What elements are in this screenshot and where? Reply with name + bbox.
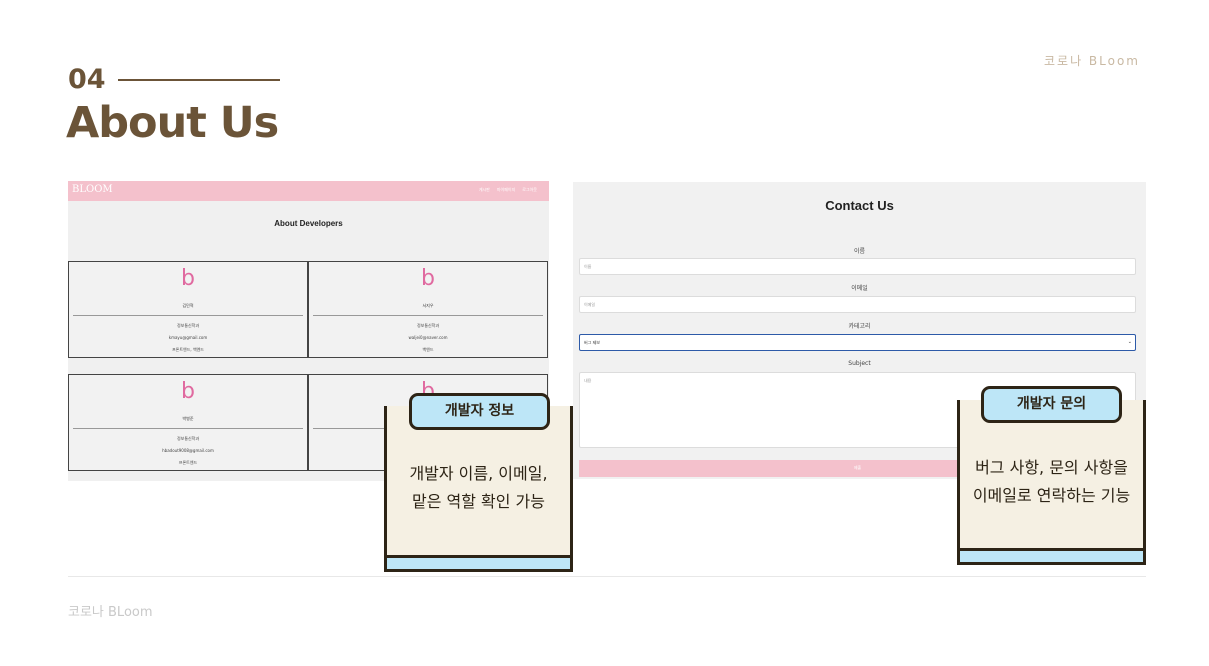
developer-email: hbadout9008@gmail.com: [162, 448, 214, 453]
developer-contact-tab: 개발자 문의: [981, 386, 1122, 423]
callout-line-1: 개발자 이름, 이메일,: [409, 464, 548, 483]
section-divider: [118, 79, 280, 81]
developer-name: 박병준: [182, 416, 194, 421]
section-number: 04: [68, 64, 106, 95]
category-label: 카테고리: [848, 323, 871, 330]
developer-role: 프론트엔드, 백엔드: [172, 347, 204, 352]
email-placeholder: 이메일: [584, 302, 596, 307]
developer-card: b 박병준 정보통신학과 hbadout9008@gmail.com 프론트엔드: [68, 374, 308, 471]
name-label: 이름: [853, 248, 866, 255]
developer-department: 정보통신학과: [176, 436, 200, 441]
email-input[interactable]: 이메일: [579, 296, 1136, 313]
nav-links: 게시판 마이페이지 로그아웃: [479, 187, 537, 193]
card-divider: [73, 428, 303, 429]
card-divider: [313, 315, 543, 316]
nav-link-logout[interactable]: 로그아웃: [522, 187, 537, 193]
nav-link-mypage[interactable]: 마이페이지: [497, 187, 515, 193]
developer-name: 서지우: [422, 303, 434, 308]
category-select[interactable]: 버그 제보 ⌄: [579, 334, 1136, 351]
site-logo[interactable]: BLOOM: [72, 184, 113, 195]
bloom-b-icon: b: [181, 379, 195, 404]
bloom-b-icon: b: [421, 266, 435, 291]
footer-brand: 코로나 BLoom: [68, 605, 153, 620]
footer-divider: [68, 576, 1146, 577]
developer-email: kmayu@gmail.com: [168, 335, 208, 340]
name-placeholder: 이름: [584, 264, 592, 269]
developer-info-callout: 개발자 이름, 이메일, 맡은 역할 확인 가능: [384, 406, 573, 572]
about-developers-heading: About Developers: [274, 219, 343, 228]
chevron-down-icon: ⌄: [1127, 339, 1132, 345]
site-navbar: BLOOM 게시판 마이페이지 로그아웃: [68, 181, 549, 201]
bloom-b-icon: b: [181, 266, 195, 291]
callout-line-1: 버그 사항, 문의 사항을: [975, 458, 1128, 477]
developer-contact-callout: 버그 사항, 문의 사항을 이메일로 연락하는 기능: [957, 400, 1146, 565]
brand-label-top: 코로나 BLoom: [1043, 54, 1140, 68]
email-label: 이메일: [851, 285, 868, 292]
category-value: 버그 제보: [584, 340, 600, 345]
subject-label: Subject: [848, 360, 871, 367]
callout-line-2: 맡은 역할 확인 가능: [411, 492, 546, 511]
callout-footer-strip: [960, 548, 1143, 562]
contact-heading: Contact Us: [825, 198, 894, 213]
developer-card: b 서지우 정보통신학과 waljei0@naver.com 백엔드: [308, 261, 548, 358]
developer-info-tab: 개발자 정보: [409, 393, 550, 430]
developer-email: waljei0@naver.com: [408, 335, 448, 340]
developer-department: 정보통신학과: [416, 323, 440, 328]
nav-link-board[interactable]: 게시판: [479, 187, 490, 193]
subject-placeholder: 내용: [584, 378, 592, 383]
card-divider: [73, 315, 303, 316]
developer-card: b 김민혁 정보통신학과 kmayu@gmail.com 프론트엔드, 백엔드: [68, 261, 308, 358]
page-title: About Us: [66, 98, 279, 148]
developer-department: 정보통신학과: [176, 323, 200, 328]
developer-name: 김민혁: [182, 303, 194, 308]
name-input[interactable]: 이름: [579, 258, 1136, 275]
callout-footer-strip: [387, 555, 570, 569]
developer-role: 프론트엔드: [178, 460, 198, 465]
developer-role: 백엔드: [422, 347, 434, 352]
callout-line-2: 이메일로 연락하는 기능: [972, 486, 1131, 505]
